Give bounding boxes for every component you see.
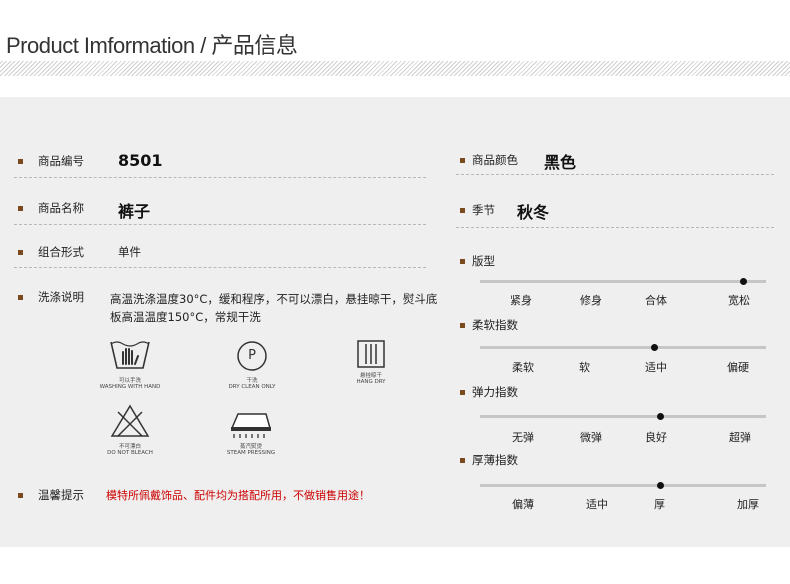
scale-track — [480, 346, 766, 349]
scale-option: 紧身 — [510, 294, 532, 307]
scale-title-elasticity: 弹力指数 — [472, 385, 518, 399]
tip-label: 温馨提示 — [38, 488, 84, 502]
hand-wash-caption-cn: 可以手洗 — [118, 378, 141, 384]
steam-caption-en: STEAM PRESSING — [226, 450, 276, 456]
page-title: Product Imformation / 产品信息 — [6, 33, 298, 58]
divider — [14, 267, 426, 268]
combo-label: 组合形式 — [38, 245, 84, 259]
dry-clean-caption-en: DRY CLEAN ONLY — [228, 384, 276, 390]
hand-wash-caption-en: WASHING WITH HAND — [99, 384, 161, 390]
scale-marker — [739, 278, 747, 285]
bullet-icon — [18, 159, 23, 164]
steam-iron-icon — [228, 408, 274, 438]
scale-title-fit: 版型 — [472, 254, 495, 268]
scale-option: 修身 — [580, 294, 602, 307]
divider — [14, 177, 426, 178]
bullet-icon — [460, 259, 465, 264]
scale-marker — [650, 344, 658, 351]
no-bleach-caption-en: DO NOT BLEACH — [107, 450, 153, 456]
scale-title-thickness: 厚薄指数 — [472, 453, 518, 467]
scale-marker — [656, 482, 664, 489]
code-label: 商品编号 — [38, 154, 84, 168]
divider — [456, 227, 774, 228]
no-bleach-icon — [110, 404, 150, 438]
scale-track — [480, 280, 766, 283]
steam-caption-cn: 蒸汽熨烫 — [239, 444, 262, 450]
scale-option: 偏薄 — [512, 498, 534, 511]
scale-option: 厚 — [654, 498, 665, 511]
name-label: 商品名称 — [38, 201, 84, 215]
color-value: 黑色 — [544, 153, 577, 172]
color-label: 商品颜色 — [472, 153, 518, 167]
bullet-icon — [18, 493, 23, 498]
bullet-icon — [460, 458, 465, 463]
bullet-icon — [18, 295, 23, 300]
combo-value: 单件 — [118, 245, 141, 259]
scale-option: 加厚 — [737, 498, 759, 511]
scale-option: 良好 — [645, 431, 667, 444]
scale-option: 超弹 — [729, 431, 751, 444]
hang-dry-icon — [357, 340, 385, 368]
hang-dry-caption-en: HANG DRY — [356, 379, 386, 385]
season-value: 秋冬 — [517, 203, 550, 222]
scale-option: 微弹 — [580, 431, 602, 444]
scale-title-softness: 柔软指数 — [472, 318, 518, 332]
bullet-icon — [460, 323, 465, 328]
hand-wash-icon — [109, 338, 151, 372]
dry-clean-caption-cn: 干洗 — [246, 378, 258, 384]
wash-instructions: 高温洗涤温度30°C，缓和程序，不可以漂白，悬挂晾干，熨斗底板高温温度150°C… — [110, 292, 438, 324]
no-bleach-caption-cn: 不可漂白 — [118, 444, 141, 450]
bullet-icon — [18, 250, 23, 255]
name-value: 裤子 — [118, 202, 151, 221]
divider — [14, 224, 426, 225]
scale-track — [480, 415, 766, 418]
scale-option: 适中 — [645, 361, 667, 374]
bullet-icon — [460, 390, 465, 395]
scale-option: 合体 — [645, 294, 667, 307]
hang-dry-caption-cn: 悬挂晾干 — [359, 373, 382, 379]
scale-option: 偏硬 — [727, 361, 749, 374]
bullet-icon — [460, 158, 465, 163]
scale-option: 无弹 — [512, 431, 534, 444]
divider — [456, 174, 774, 175]
scale-option: 软 — [579, 361, 590, 374]
scale-option: 宽松 — [728, 294, 750, 307]
hatch-divider — [0, 61, 790, 76]
tip-warning: 模特所佩戴饰品、配件均为搭配所用，不做销售用途！ — [106, 489, 370, 502]
code-value: 8501 — [118, 151, 163, 170]
wash-label: 洗涤说明 — [38, 290, 84, 304]
season-label: 季节 — [472, 203, 495, 217]
scale-option: 适中 — [586, 498, 608, 511]
bullet-icon — [460, 208, 465, 213]
bullet-icon — [18, 206, 23, 211]
scale-track — [480, 484, 766, 487]
dry-clean-letter: P — [248, 348, 256, 363]
scale-marker — [656, 413, 664, 420]
scale-option: 柔软 — [512, 361, 534, 374]
